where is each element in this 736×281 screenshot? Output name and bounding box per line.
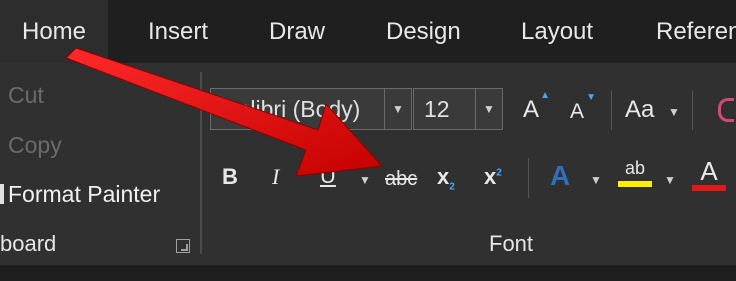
font-name-combo[interactable]: Calibri (Body) ▼ — [210, 88, 412, 130]
clipboard-dialog-launcher-icon[interactable] — [176, 239, 190, 253]
superscript-label: x — [484, 164, 497, 189]
underline-label: U — [320, 163, 336, 188]
italic-button[interactable]: I — [272, 164, 279, 190]
font-group-label: Font — [489, 231, 534, 256]
tab-design[interactable]: Design — [386, 0, 461, 63]
subscript-button[interactable]: x2 — [437, 164, 455, 192]
highlight-button[interactable]: ab — [618, 158, 652, 187]
group-divider — [200, 72, 202, 254]
bold-label: B — [222, 164, 238, 189]
change-case-button[interactable]: Aa — [625, 96, 654, 124]
clipboard-group-label: board — [0, 231, 57, 256]
grow-font-label: A — [522, 96, 539, 123]
subscript-mark: 2 — [449, 181, 455, 193]
ribbon-bottom-edge — [0, 265, 736, 281]
copy-button[interactable]: Copy — [8, 132, 62, 159]
strikethrough-button[interactable]: abc — [385, 168, 417, 191]
cut-button[interactable]: Cut — [8, 82, 44, 109]
shrink-font-label: A — [569, 100, 584, 123]
text-effects-button[interactable]: A — [550, 160, 570, 192]
separator — [611, 90, 612, 130]
chevron-down-icon[interactable]: ▼ — [668, 105, 680, 119]
subscript-label: x — [437, 164, 450, 189]
font-name-value: Calibri (Body) — [221, 96, 361, 122]
underline-button[interactable]: U — [320, 163, 336, 189]
chevron-down-icon[interactable]: ▼ — [359, 173, 371, 187]
format-painter-button[interactable]: Format Painter — [0, 181, 160, 208]
tab-references[interactable]: Referen — [656, 0, 736, 63]
text-effects-label: A — [550, 160, 571, 191]
shrink-font-button[interactable]: A ▼ — [566, 92, 596, 124]
separator — [692, 90, 693, 130]
caret-up-icon: ▲ — [540, 90, 550, 101]
font-color-label: A — [700, 156, 718, 186]
superscript-button[interactable]: x2 — [484, 164, 502, 190]
italic-label: I — [272, 164, 280, 189]
font-size-value: 12 — [424, 96, 450, 122]
chevron-down-icon[interactable]: ▼ — [590, 173, 602, 187]
change-case-label: Aa — [625, 96, 655, 123]
strikethrough-label: abc — [385, 168, 418, 190]
chevron-down-icon[interactable]: ▼ — [475, 89, 502, 129]
highlight-color-bar — [618, 181, 652, 187]
format-painter-icon — [0, 184, 4, 204]
font-color-button[interactable]: A — [692, 156, 726, 191]
tab-layout[interactable]: Layout — [521, 0, 593, 63]
chevron-down-icon[interactable]: ▼ — [664, 173, 676, 187]
bold-button[interactable]: B — [222, 164, 238, 190]
chevron-down-icon[interactable]: ▼ — [384, 89, 411, 129]
clear-formatting-icon[interactable] — [718, 98, 734, 122]
superscript-mark: 2 — [496, 167, 502, 179]
caret-down-icon: ▼ — [586, 92, 596, 103]
tab-insert[interactable]: Insert — [148, 0, 208, 63]
format-painter-label: Format Painter — [8, 181, 161, 207]
tab-draw[interactable]: Draw — [269, 0, 325, 63]
ribbon-tab-bar: Home Insert Draw Design Layout Referen — [0, 0, 736, 63]
grow-font-button[interactable]: A ▲ — [518, 90, 550, 124]
separator — [528, 158, 529, 198]
tab-home[interactable]: Home — [0, 0, 109, 63]
font-size-combo[interactable]: 12 ▼ — [413, 88, 503, 130]
highlight-label: ab — [624, 158, 646, 178]
